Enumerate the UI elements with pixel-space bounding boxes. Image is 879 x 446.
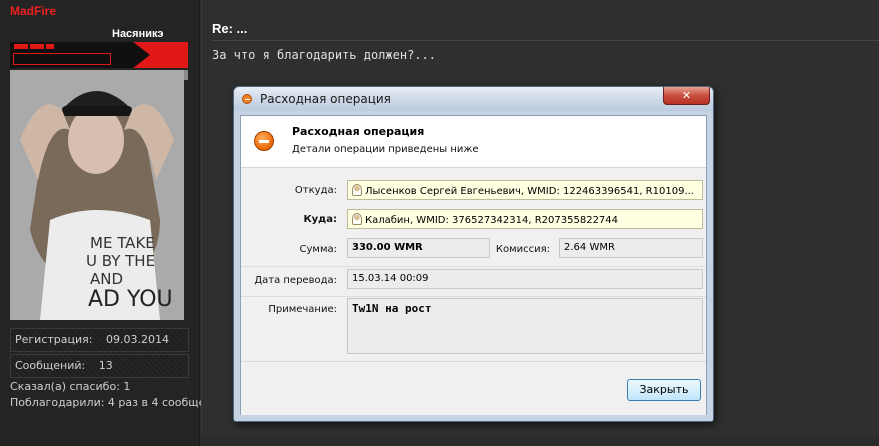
thanked-stat: Поблагодарили: 4 раз в 4 сообщениях (10, 396, 233, 409)
amount-label: Сумма: (299, 244, 338, 255)
svg-text:ME TAKE: ME TAKE (90, 234, 155, 252)
rank-chip (30, 44, 44, 49)
to-label: Куда: (303, 214, 337, 225)
note-field[interactable]: Tw1N на рост (347, 298, 703, 354)
registration-stat: Регистрация: 09.03.2014 (10, 328, 189, 352)
dialog-header-subtitle: Детали операции приведены ниже (292, 144, 479, 155)
from-label: Откуда: (294, 185, 337, 196)
dialog-footer: Закрыть (241, 361, 706, 415)
avatar-photo: ME TAKE U BY THE AND AD YOU (10, 70, 184, 320)
fee-label: Комиссия: (495, 244, 550, 255)
messages-stat: Сообщений: 13 (10, 354, 189, 378)
post-text: За что я благодарить должен?... (212, 48, 436, 62)
post-divider (212, 40, 879, 41)
rank-chip (46, 44, 54, 49)
from-field[interactable]: Лысенков Сергей Евгеньевич, WMID: 122463… (347, 180, 703, 200)
divider (241, 296, 706, 297)
avatar[interactable]: ME TAKE U BY THE AND AD YOU (10, 70, 184, 320)
from-value: Лысенков Сергей Евгеньевич, WMID: 122463… (365, 186, 694, 197)
note-label: Примечание: (268, 304, 337, 315)
date-label: Дата перевода: (254, 275, 337, 286)
operation-dialog: Расходная операция ✕ Расходная операция … (233, 86, 714, 422)
post-title: Re: ... (212, 21, 248, 36)
dialog-titlebar[interactable]: Расходная операция ✕ (234, 87, 713, 111)
date-field: 15.03.14 00:09 (347, 269, 703, 289)
svg-text:AD YOU: AD YOU (88, 287, 173, 312)
username-link[interactable]: MadFire (10, 4, 56, 18)
avatar-scrollbar[interactable] (184, 70, 188, 80)
messages-value: 13 (98, 359, 113, 372)
webmoney-id-icon (352, 184, 362, 196)
webmoney-id-icon (352, 213, 362, 225)
dialog-content: Расходная операция Детали операции приве… (240, 115, 707, 415)
fee-field: 2.64 WMR (559, 238, 703, 258)
rank-title: Насяникэ (112, 28, 164, 40)
svg-text:U BY THE: U BY THE (86, 252, 155, 270)
thanks-said-stat: Сказал(а) спасибо: 1 (10, 380, 131, 393)
svg-text:AND: AND (90, 270, 123, 288)
minus-circle-icon (242, 94, 252, 104)
rank-banner (10, 42, 188, 68)
to-field[interactable]: Калабин, WMID: 376527342314, R2073558227… (347, 209, 703, 229)
rank-chip (14, 44, 28, 49)
registration-label: Регистрация: (15, 333, 93, 346)
close-dialog-button[interactable]: Закрыть (627, 379, 701, 401)
divider (241, 266, 706, 267)
dialog-header-title: Расходная операция (292, 125, 425, 138)
registration-value: 09.03.2014 (105, 333, 169, 346)
user-profile-panel: MadFire Насяникэ ME TAKE U BY THE AND AD… (0, 0, 233, 446)
rank-progress-frame (13, 53, 111, 65)
close-button[interactable]: ✕ (663, 87, 710, 105)
dialog-header: Расходная операция Детали операции приве… (241, 116, 706, 168)
dialog-window-title: Расходная операция (260, 92, 391, 106)
messages-label: Сообщений: (15, 359, 86, 372)
close-icon: ✕ (681, 89, 692, 102)
minus-circle-icon (254, 131, 274, 151)
to-value: Калабин, WMID: 376527342314, R2073558227… (365, 215, 619, 226)
